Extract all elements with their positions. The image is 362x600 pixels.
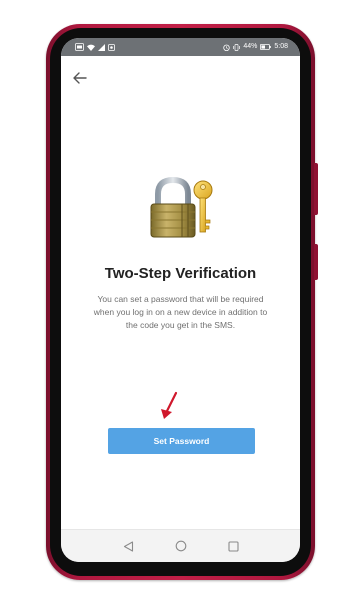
volume-button: [314, 163, 318, 215]
page-title: Two-Step Verification: [104, 265, 257, 282]
sim-icon: [75, 43, 84, 51]
alarm-icon: [223, 44, 231, 51]
status-right: 44% 5:08: [223, 38, 288, 56]
nav-home-button[interactable]: [174, 539, 188, 553]
vibrate-icon: [233, 43, 241, 51]
status-bar: 44% 5:08: [61, 38, 300, 56]
status-left: [75, 38, 115, 56]
back-button[interactable]: [69, 68, 91, 88]
wifi-icon: [87, 44, 95, 51]
notification-icon: [108, 43, 115, 51]
nav-home-icon: [175, 540, 187, 552]
nav-recents-icon: [227, 540, 239, 552]
back-arrow-icon: [73, 72, 87, 84]
set-password-button[interactable]: Set Password: [108, 428, 255, 454]
phone-screen: 44% 5:08 Two-Step Verification You can s…: [61, 38, 300, 562]
battery-percent: 44%: [243, 43, 258, 50]
nav-recents-button[interactable]: [226, 539, 240, 553]
power-button: [314, 244, 318, 280]
signal-icon: [98, 43, 105, 51]
system-nav-bar: [61, 529, 300, 562]
page: 44% 5:08 Two-Step Verification You can s…: [0, 0, 362, 600]
battery-icon: [260, 44, 272, 50]
nav-back-icon: [123, 540, 133, 552]
padlock-with-key-icon: [148, 176, 216, 240]
annotation-arrow-icon: [158, 391, 182, 421]
clock: 5:08: [274, 43, 288, 50]
page-description: You can set a password that will be requ…: [93, 294, 268, 330]
nav-back-button[interactable]: [121, 539, 135, 553]
